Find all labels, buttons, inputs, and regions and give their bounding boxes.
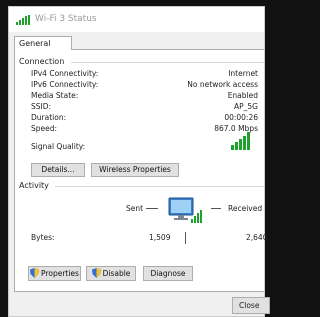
info-row: Duration: 00:00:26 [31, 113, 258, 123]
info-row: Media State: Enabled [31, 91, 258, 101]
bytes-separator [185, 232, 186, 244]
window-title: Wi-Fi 3 Status [35, 14, 97, 24]
network-computer-icon [168, 197, 202, 223]
info-row: IPv4 Connectivity: Internet [31, 69, 258, 79]
dialog-body: General Connection IPv4 Connectivity: In… [9, 32, 270, 316]
disable-label: Disable [102, 269, 131, 278]
row-label: IPv4 Connectivity: [31, 69, 99, 78]
connection-divider [71, 62, 264, 63]
wifi-signal-icon [16, 15, 30, 25]
received-dash [211, 208, 221, 209]
activity-heading: Activity [19, 181, 49, 190]
properties-button[interactable]: Properties [28, 266, 81, 281]
bytes-sent-value: 1,509 [149, 233, 171, 242]
wireless-properties-button[interactable]: Wireless Properties [91, 163, 179, 177]
row-value: No network access [187, 80, 258, 89]
properties-label: Properties [41, 269, 79, 278]
row-label: IPv6 Connectivity: [31, 80, 99, 89]
info-row: Speed: 867.0 Mbps [31, 124, 258, 134]
details-button[interactable]: Details... [31, 163, 85, 177]
tab-strip: General [9, 32, 264, 50]
tab-general[interactable]: General [14, 36, 72, 50]
status-window: Wi-Fi 3 Status General Connection IPv4 C… [8, 6, 270, 317]
connection-heading: Connection [19, 57, 65, 66]
disable-button[interactable]: Disable [86, 266, 136, 281]
row-value: Internet [228, 69, 258, 78]
row-label: SSID: [31, 102, 52, 111]
bytes-received-value: 2,640 [246, 233, 268, 242]
signal-quality-label: Signal Quality: [31, 142, 86, 151]
info-row: SSID: AP_5G [31, 102, 258, 112]
row-value: Enabled [227, 91, 258, 100]
signal-quality-row: Signal Quality: [31, 142, 258, 152]
row-label: Duration: [31, 113, 67, 122]
title-bar: Wi-Fi 3 Status [9, 7, 264, 32]
row-value: AP_5G [234, 102, 258, 111]
sent-label: Sent [126, 204, 144, 213]
row-label: Media State: [31, 91, 79, 100]
shield-icon [91, 268, 101, 278]
bytes-label: Bytes: [31, 233, 55, 242]
diagnose-button[interactable]: Diagnose [143, 266, 193, 281]
shield-icon [30, 268, 40, 278]
tab-panel-general: Connection IPv4 Connectivity: Internet I… [14, 49, 268, 292]
row-value: 00:00:26 [224, 113, 258, 122]
close-button[interactable]: Close [232, 297, 270, 314]
sent-dash [146, 208, 158, 209]
row-label: Speed: [31, 124, 58, 133]
signal-strength-icon [231, 132, 250, 150]
activity-divider [55, 186, 264, 187]
info-row: IPv6 Connectivity: No network access [31, 80, 258, 90]
received-label: Received [228, 204, 263, 213]
